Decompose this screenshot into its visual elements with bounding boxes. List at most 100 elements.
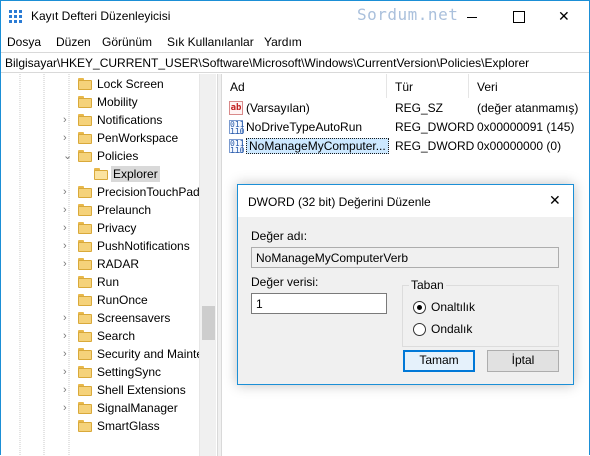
tree-item-label[interactable]: PushNotifications [95,238,192,254]
expand-chevron-icon[interactable]: › [63,240,72,252]
tree-item-label[interactable]: Notifications [95,112,164,128]
column-header-data[interactable]: Veri [469,74,589,98]
column-header-name[interactable]: Ad [222,74,387,98]
tree-item-label[interactable]: Explorer [111,166,160,182]
address-path[interactable]: Bilgisayar\HKEY_CURRENT_USER\Software\Mi… [5,56,529,70]
tree-item-label[interactable]: Policies [95,148,140,164]
tree-item[interactable]: RunOnce [1,291,201,309]
folder-icon [78,96,92,108]
tree-item[interactable]: Lock Screen [1,75,201,93]
tree-item-label[interactable]: Security and Mainte [95,346,205,362]
close-button[interactable]: ✕ [541,1,587,32]
expand-chevron-icon[interactable]: › [63,402,72,414]
value-type: REG_SZ [395,101,444,115]
radio-button[interactable] [413,301,426,314]
folder-icon [78,402,92,414]
tree-item-label[interactable]: PrecisionTouchPad [95,184,202,200]
tree-item[interactable]: › SignalManager [1,399,201,417]
radio-label[interactable]: Onaltılık [431,300,475,314]
expand-chevron-icon[interactable]: › [63,132,72,144]
tree-item[interactable]: › Shell Extensions [1,381,201,399]
column-header-type[interactable]: Tür [387,74,469,98]
tree-item-label[interactable]: PenWorkspace [95,130,180,146]
expand-chevron-icon[interactable]: › [63,330,72,342]
expand-chevron-icon[interactable]: › [63,186,72,198]
tree-item-label[interactable]: Privacy [95,220,138,236]
tree-item[interactable]: › PenWorkspace [1,129,201,147]
menu-view[interactable]: Görünüm [102,35,152,49]
tree-item-label[interactable]: Run [95,274,121,290]
tree-item-label[interactable]: Screensavers [95,310,172,326]
tree-item[interactable]: › Security and Mainte [1,345,203,363]
tree-item[interactable]: › Search [1,327,201,345]
folder-icon [78,78,92,90]
value-row[interactable]: 011 110 NoDriveTypeAutoRun REG_DWORD 0x0000… [222,118,589,137]
cancel-button[interactable]: İptal [487,350,559,372]
expander-placeholder [79,168,88,180]
value-name-field[interactable]: NoManageMyComputerVerb [251,247,559,268]
expand-chevron-icon[interactable]: › [63,204,72,216]
dialog-close-button[interactable]: ✕ [538,185,574,216]
tree-item[interactable]: › PushNotifications [1,237,201,255]
expand-chevron-icon[interactable]: › [63,348,72,360]
tree-item[interactable]: › RADAR [1,255,201,273]
tree-item[interactable]: Mobility [1,93,201,111]
base-groupbox: Taban Onaltılık Ondalık [402,278,559,347]
title-bar[interactable]: Kayıt Defteri Düzenleyicisi Sordum.net ✕ [1,1,589,32]
address-bar[interactable]: Bilgisayar\HKEY_CURRENT_USER\Software\Mi… [1,52,589,73]
expand-chevron-icon[interactable]: › [63,384,72,396]
tree-item[interactable]: › Screensavers [1,309,201,327]
menu-favorites[interactable]: Sık Kullanılanlar [167,35,254,49]
tree-item[interactable]: › SettingSync [1,363,201,381]
folder-icon [78,114,92,126]
tree-item[interactable]: › Notifications [1,111,201,129]
menu-bar: Dosya Düzen Görünüm Sık Kullanılanlar Ya… [1,32,589,52]
maximize-button[interactable] [495,1,541,32]
value-row[interactable]: ab (Varsayılan) REG_SZ (değer atanmamış) [222,99,589,118]
tree-item-label[interactable]: Lock Screen [95,76,166,92]
tree-item-label[interactable]: RunOnce [95,292,150,308]
tree-item[interactable]: ⌄ Policies [1,147,201,165]
tree-item[interactable]: › PrecisionTouchPad [1,183,201,201]
tree-item-label[interactable]: RADAR [95,256,141,272]
expand-chevron-icon[interactable]: › [63,258,72,270]
tree-item[interactable]: › Privacy [1,219,201,237]
expander-placeholder [63,294,72,306]
value-name[interactable]: (Varsayılan) [246,101,310,115]
value-name[interactable]: NoManageMyComputer... [246,138,389,154]
tree-item-label[interactable]: SmartGlass [95,418,162,434]
tree-item-label[interactable]: SignalManager [95,400,180,416]
expand-chevron-icon[interactable]: › [63,114,72,126]
expand-chevron-icon[interactable]: ⌄ [63,150,72,162]
minimize-button[interactable] [449,1,495,32]
value-row[interactable]: 011 110 NoManageMyComputer... REG_DWORD 0x0… [222,137,589,156]
tree-item[interactable]: Explorer [1,165,201,183]
menu-help[interactable]: Yardım [264,35,302,49]
value-data-label: Değer verisi: [251,275,319,289]
tree-item-label[interactable]: Prelaunch [95,202,153,218]
close-icon: ✕ [549,192,561,208]
tree-item[interactable]: Run [1,273,201,291]
tree-scrollbar[interactable] [199,74,216,456]
radio-button[interactable] [413,323,426,336]
folder-icon [78,366,92,378]
value-name[interactable]: NoDriveTypeAutoRun [246,120,362,134]
expand-chevron-icon[interactable]: › [63,312,72,324]
menu-edit[interactable]: Düzen [56,35,91,49]
value-data-input[interactable] [251,293,387,314]
expand-chevron-icon[interactable]: › [63,366,72,378]
tree-item-label[interactable]: Shell Extensions [95,382,188,398]
menu-file[interactable]: Dosya [7,35,41,49]
tree-item-label[interactable]: Search [95,328,137,344]
tree-item[interactable]: SmartGlass [1,417,201,435]
tree-item-label[interactable]: SettingSync [95,364,163,380]
watermark-text: Sordum.net [357,5,459,24]
ok-button[interactable]: Tamam [403,350,475,372]
folder-icon [78,384,92,396]
expand-chevron-icon[interactable]: › [63,222,72,234]
radio-label[interactable]: Ondalık [431,322,472,336]
tree-item-label[interactable]: Mobility [95,94,140,110]
tree-scrollbar-thumb[interactable] [202,306,215,340]
tree-item[interactable]: › Prelaunch [1,201,201,219]
folder-icon [78,204,92,216]
